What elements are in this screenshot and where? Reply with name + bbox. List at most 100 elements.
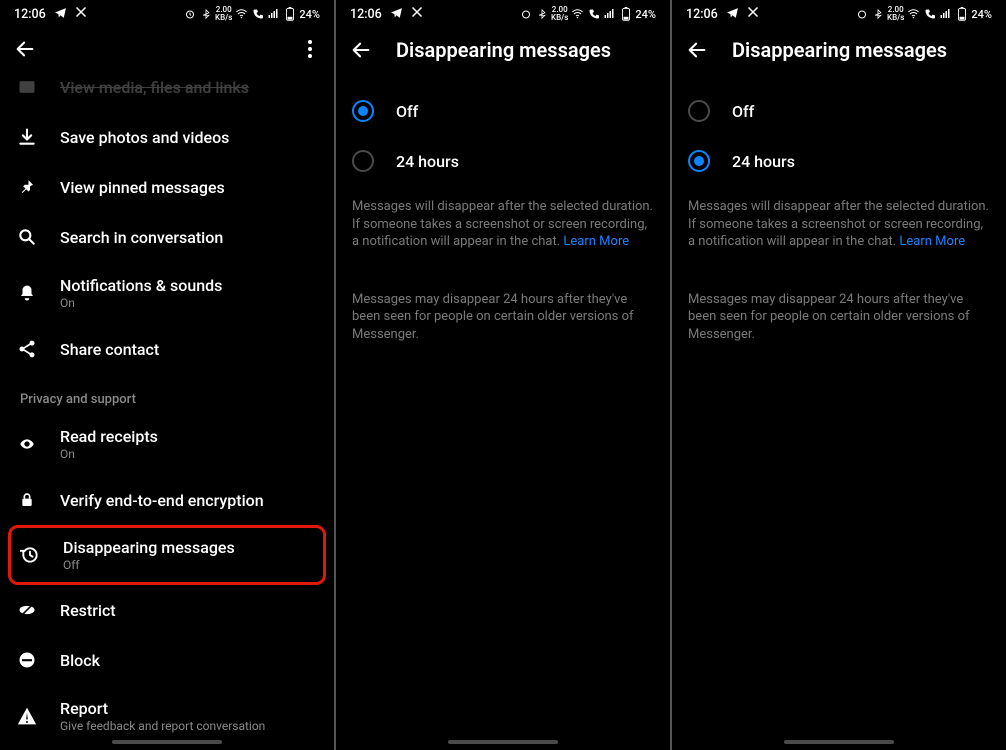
screen-header: Disappearing messages	[672, 26, 1006, 80]
history-icon	[19, 544, 41, 566]
x-icon	[75, 6, 87, 22]
status-time: 12:06	[350, 7, 382, 22]
learn-more-link[interactable]: Learn More	[899, 234, 965, 249]
bluetooth-icon	[199, 8, 212, 21]
menu-sublabel: On	[60, 296, 222, 310]
info-text-2: Messages may disappear 24 hours after th…	[336, 285, 670, 350]
menu-sublabel: Give feedback and report conversation	[60, 719, 265, 733]
signal-icon	[939, 8, 952, 21]
menu-label: Save photos and videos	[60, 128, 229, 147]
menu-disappearing-messages[interactable]: Disappearing messages Off	[11, 530, 323, 580]
image-icon	[16, 76, 38, 98]
status-bar: 12:06 2.00KB/s 24%	[672, 0, 1006, 26]
section-privacy: Privacy and support	[4, 374, 330, 413]
back-button[interactable]	[350, 39, 372, 61]
page-title: Disappearing messages	[732, 38, 947, 62]
menu-label: View media, files and links	[60, 78, 249, 97]
battery-pct: 24%	[299, 8, 320, 21]
menu-label: Read receipts	[60, 427, 158, 446]
wifi-icon	[571, 8, 584, 21]
menu-label: Report	[60, 699, 265, 718]
restrict-icon	[16, 599, 38, 621]
battery-pct: 24%	[971, 8, 992, 21]
menu-notifications[interactable]: Notifications & sounds On	[4, 262, 330, 324]
screen-header: Disappearing messages	[336, 26, 670, 80]
radio-indicator	[688, 150, 710, 172]
radio-label: Off	[396, 102, 418, 121]
menu-sublabel: On	[60, 447, 158, 461]
back-button[interactable]	[686, 39, 708, 61]
more-menu-button[interactable]	[300, 39, 320, 59]
data-rate: 2.00KB/s	[887, 6, 904, 22]
alarm-icon	[183, 8, 196, 21]
radio-off[interactable]: Off	[682, 86, 996, 136]
menu-report[interactable]: Report Give feedback and report conversa…	[4, 685, 330, 747]
radio-indicator	[688, 100, 710, 122]
menu-sublabel: Off	[63, 558, 235, 572]
menu-search[interactable]: Search in conversation	[4, 212, 330, 262]
battery-icon	[283, 8, 296, 21]
menu-block[interactable]: Block	[4, 635, 330, 685]
signal-icon	[603, 8, 616, 21]
menu-label: Restrict	[60, 601, 116, 620]
eye-icon	[16, 433, 38, 455]
disappearing-screen-24h: 12:06 2.00KB/s 24% Disappearing messages…	[672, 0, 1006, 750]
menu-label: Disappearing messages	[63, 538, 235, 557]
alarm-icon	[855, 8, 868, 21]
info-text-1: Messages will disappear after the select…	[672, 192, 1006, 257]
menu-read-receipts[interactable]: Read receipts On	[4, 413, 330, 475]
info-text-2: Messages may disappear 24 hours after th…	[672, 285, 1006, 350]
volte-icon	[923, 8, 936, 21]
menu-share-contact[interactable]: Share contact	[4, 324, 330, 374]
wifi-icon	[235, 8, 248, 21]
status-bar: 12:06 2.00KB/s 24%	[0, 0, 334, 26]
volte-icon	[587, 8, 600, 21]
home-indicator[interactable]	[448, 740, 558, 744]
page-title: Disappearing messages	[396, 38, 611, 62]
disappearing-screen-off: 12:06 2.00KB/s 24% Disappearing messages…	[336, 0, 670, 750]
menu-label: View pinned messages	[60, 178, 225, 197]
screen-header	[0, 26, 334, 78]
back-button[interactable]	[14, 38, 36, 60]
radio-label: 24 hours	[732, 152, 795, 171]
bluetooth-icon	[535, 8, 548, 21]
radio-24h[interactable]: 24 hours	[346, 136, 660, 186]
menu-label: Notifications & sounds	[60, 276, 222, 295]
menu-media[interactable]: View media, files and links	[4, 72, 330, 112]
battery-pct: 24%	[635, 8, 656, 21]
telegram-icon	[54, 6, 67, 23]
x-icon	[411, 6, 423, 22]
menu-label: Verify end-to-end encryption	[60, 491, 264, 510]
status-time: 12:06	[14, 7, 46, 22]
telegram-icon	[390, 6, 403, 23]
battery-icon	[955, 8, 968, 21]
radio-label: 24 hours	[396, 152, 459, 171]
menu-pinned[interactable]: View pinned messages	[4, 162, 330, 212]
lock-icon	[16, 489, 38, 511]
menu-restrict[interactable]: Restrict	[4, 585, 330, 635]
menu-save-photos[interactable]: Save photos and videos	[4, 112, 330, 162]
radio-24h[interactable]: 24 hours	[682, 136, 996, 186]
pin-icon	[16, 176, 38, 198]
learn-more-link[interactable]: Learn More	[563, 234, 629, 249]
wifi-icon	[907, 8, 920, 21]
home-indicator[interactable]	[784, 740, 894, 744]
radio-indicator	[352, 150, 374, 172]
telegram-icon	[726, 6, 739, 23]
volte-icon	[251, 8, 264, 21]
home-indicator[interactable]	[112, 740, 222, 744]
warning-icon	[16, 705, 38, 727]
settings-menu: View media, files and links Save photos …	[0, 78, 334, 747]
data-rate: 2.00KB/s	[215, 6, 232, 22]
block-icon	[16, 649, 38, 671]
duration-radio-group: Off 24 hours	[336, 80, 670, 192]
search-icon	[16, 226, 38, 248]
bluetooth-icon	[871, 8, 884, 21]
data-rate: 2.00KB/s	[551, 6, 568, 22]
radio-label: Off	[732, 102, 754, 121]
highlight-disappearing: Disappearing messages Off	[8, 525, 326, 585]
menu-label: Block	[60, 651, 100, 670]
radio-off[interactable]: Off	[346, 86, 660, 136]
menu-verify-encryption[interactable]: Verify end-to-end encryption	[4, 475, 330, 525]
status-bar: 12:06 2.00KB/s 24%	[336, 0, 670, 26]
